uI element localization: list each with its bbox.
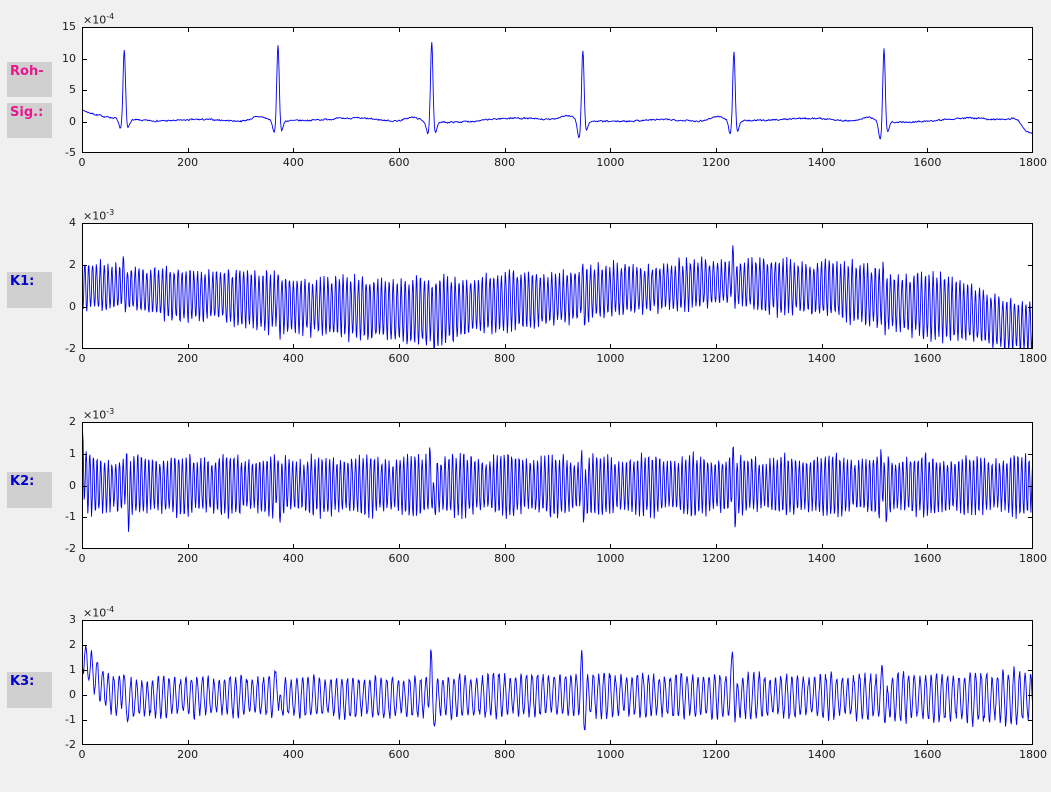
axis-ticks <box>82 422 1033 549</box>
y-tick-label: -1 <box>40 510 76 523</box>
y-tick-label: 2 <box>40 638 76 651</box>
y-tick-label: 15 <box>40 20 76 33</box>
subplot-raw-signal <box>82 27 1033 153</box>
x-tick-label: 1400 <box>797 156 847 169</box>
y-tick-label: 2 <box>40 258 76 271</box>
x-tick-label: 1800 <box>1008 748 1051 761</box>
panel-label-text: K1: <box>10 274 34 289</box>
x-tick-label: 0 <box>57 156 107 169</box>
x-tick-label: 600 <box>374 748 424 761</box>
panel-label-text: K2: <box>10 474 34 489</box>
x-tick-label: 1400 <box>797 352 847 365</box>
axes-frame <box>83 423 1033 549</box>
x-tick-label: 1400 <box>797 748 847 761</box>
y-tick-label: 4 <box>40 216 76 229</box>
x-tick-label: 1400 <box>797 552 847 565</box>
signal-trace <box>82 245 1033 349</box>
x-tick-label: 600 <box>374 552 424 565</box>
x-tick-label: 200 <box>163 748 213 761</box>
signal-trace <box>82 645 1033 730</box>
x-tick-label: 1600 <box>902 552 952 565</box>
y-tick-label: 1 <box>40 447 76 460</box>
axis-exponent-label: ×10-4 <box>83 10 114 27</box>
y-tick-label: 3 <box>40 613 76 626</box>
x-tick-label: 1200 <box>691 352 741 365</box>
axis-ticks <box>82 620 1033 745</box>
x-tick-label: 400 <box>268 748 318 761</box>
x-tick-label: 1200 <box>691 156 741 169</box>
x-tick-label: 1200 <box>691 748 741 761</box>
y-tick-label: 1 <box>40 663 76 676</box>
x-tick-label: 1800 <box>1008 156 1051 169</box>
x-tick-label: 800 <box>480 748 530 761</box>
panel-label-text: K3: <box>10 674 34 689</box>
y-tick-label: 0 <box>40 688 76 701</box>
axis-exponent-label: ×10-3 <box>83 405 114 422</box>
axis-ticks <box>82 27 1033 153</box>
panel-label-text: Sig.: <box>10 105 43 120</box>
x-tick-label: 200 <box>163 156 213 169</box>
x-tick-label: 200 <box>163 552 213 565</box>
signal-plot <box>82 422 1033 549</box>
x-tick-label: 1600 <box>902 352 952 365</box>
axis-exponent-label: ×10-4 <box>83 603 114 620</box>
y-tick-label: 2 <box>40 415 76 428</box>
x-tick-label: 1000 <box>585 156 635 169</box>
y-tick-label: -1 <box>40 713 76 726</box>
axes-frame <box>83 28 1033 153</box>
y-tick-label: 0 <box>40 479 76 492</box>
axis-exponent-label: ×10-3 <box>83 206 114 223</box>
x-tick-label: 800 <box>480 352 530 365</box>
y-tick-label: 5 <box>40 83 76 96</box>
y-tick-label: 0 <box>40 115 76 128</box>
x-tick-label: 1000 <box>585 552 635 565</box>
x-tick-label: 1000 <box>585 748 635 761</box>
subplot-k1 <box>82 223 1033 349</box>
x-tick-label: 1600 <box>902 156 952 169</box>
y-tick-label: 0 <box>40 300 76 313</box>
subplot-k3 <box>82 620 1033 745</box>
x-tick-label: 600 <box>374 352 424 365</box>
x-tick-label: 0 <box>57 552 107 565</box>
x-tick-label: 200 <box>163 352 213 365</box>
x-tick-label: 600 <box>374 156 424 169</box>
signal-plot <box>82 223 1033 349</box>
signal-plot <box>82 27 1033 153</box>
x-tick-label: 800 <box>480 156 530 169</box>
signal-plot <box>82 620 1033 745</box>
x-tick-label: 400 <box>268 552 318 565</box>
x-tick-label: 1600 <box>902 748 952 761</box>
figure-window: Roh- Sig.: K1: K2: K3: -5051015020040060… <box>0 0 1051 792</box>
x-tick-label: 1800 <box>1008 552 1051 565</box>
y-tick-label: 10 <box>40 52 76 65</box>
subplot-k2 <box>82 422 1033 549</box>
x-tick-label: 1800 <box>1008 352 1051 365</box>
x-tick-label: 1000 <box>585 352 635 365</box>
x-tick-label: 1200 <box>691 552 741 565</box>
x-tick-label: 800 <box>480 552 530 565</box>
x-tick-label: 0 <box>57 352 107 365</box>
x-tick-label: 400 <box>268 352 318 365</box>
signal-trace <box>82 431 1033 532</box>
signal-trace <box>82 42 1033 139</box>
panel-label-text: Roh- <box>10 64 44 79</box>
x-tick-label: 0 <box>57 748 107 761</box>
x-tick-label: 400 <box>268 156 318 169</box>
